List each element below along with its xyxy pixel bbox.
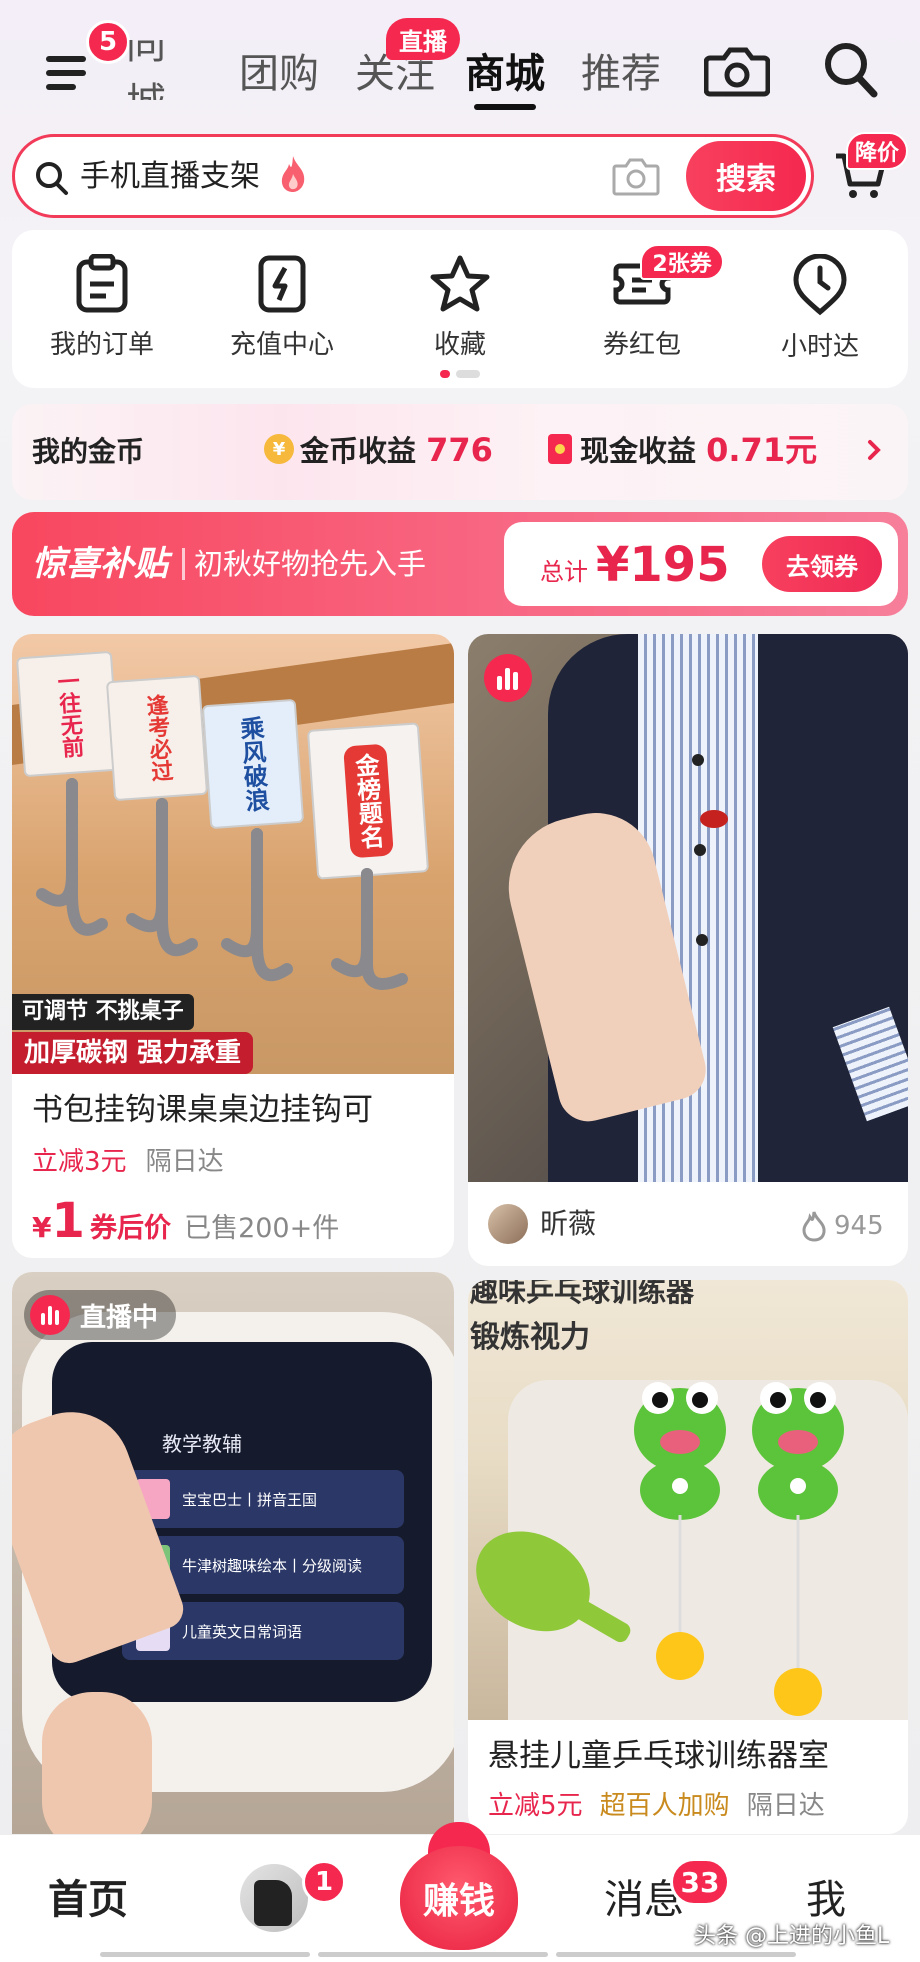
coupon-count-badge: 2张券 [640,244,724,280]
subsidy-title: 惊喜补贴 [32,544,168,584]
live-tag: 直播中 [24,1290,177,1340]
quick-my-orders[interactable]: 我的订单 [22,254,182,364]
clipboard-icon [76,254,128,313]
product-title: 书包挂钩课桌桌边挂钩可 [32,1092,373,1128]
quick-label: 我的订单 [49,330,154,360]
claim-coupon-button[interactable]: 去领券 [762,536,882,592]
price-symbol: ¥ [32,1211,52,1244]
total-value: ¥195 [596,537,730,593]
tab-label: 同城 [126,40,166,100]
live-badge: 直播 [386,18,460,60]
camera-icon[interactable] [703,40,771,100]
hook-label: 一往无前 [52,669,85,759]
quick-hourly-delivery[interactable]: 小时达 [740,254,900,364]
page-dot [456,370,480,378]
my-coins-title: 我的金币 [32,435,145,468]
screen-item: 宝宝巴士丨拼音王国 [122,1470,404,1528]
product-title: 悬挂儿童乒乓球训练器室 [488,1738,829,1774]
search-input[interactable]: 手机直播支架 [80,150,260,204]
home-indicator [100,1952,820,1958]
video-thumbnail-shirt [468,634,908,1182]
live-tag-label: 直播中 [80,1302,159,1333]
watermark: 头条 @上进的小鱼L [694,1924,890,1949]
product-image-pingpong: 趣味乒乓球训练器 锻炼视力 [468,1280,908,1720]
discount-tag: 立减3元 [32,1147,127,1177]
cash-income-label: 现金收益 [580,434,697,468]
tab-label: 团购 [239,51,319,97]
product-price-row: ¥1 券后价 已售200+件 [32,1192,339,1250]
tab-tuangou[interactable]: 团购 [224,40,334,100]
tab-tuijian[interactable]: 推荐 [566,40,676,100]
quick-label: 券红包 [602,330,681,360]
product-tags: 立减3元 隔日达 [32,1142,224,1182]
search-icon [32,158,72,198]
sold-count: 已售200+件 [184,1213,340,1244]
product-image-hooks: 一往无前 逢考必过 乘风破浪 金榜题名 可调节 不挑桌子 加厚碳钢 强力承重 [12,634,454,1074]
search-button[interactable]: 搜索 [686,141,806,211]
quick-recharge[interactable]: 充值中心 [202,254,362,364]
live-thumbnail-learning-device: 教学教辅 宝宝巴士丨拼音王国 牛津树趣味绘本丨分级阅读 儿童英文日常词语 直播中 [12,1272,454,1834]
subsidy-subtitle: 初秋好物抢先入手 [194,547,427,581]
total-label: 总计 [540,558,588,586]
tab-shangcheng[interactable]: 商城 [450,40,560,100]
active-tab-indicator [474,104,536,110]
cash-income[interactable]: 现金收益 0.71元 [580,426,817,474]
price-note: 券后价 [89,1213,171,1244]
clock-pin-icon [793,254,847,316]
image-search-camera-icon[interactable] [612,154,660,198]
quick-label: 充值中心 [229,330,334,360]
fire-icon [278,154,308,194]
star-icon [430,255,490,312]
phone-charge-icon [258,255,306,313]
cash-income-value: 0.71元 [706,431,818,469]
price-drop-badge: 降价 [846,132,908,170]
menu-badge: 5 [86,20,130,64]
tab-tongcheng[interactable]: 同城 [126,40,196,100]
frog-trainers [476,1382,844,1716]
screen-item-label: 宝宝巴士丨拼音王国 [182,1490,318,1509]
product-tags: 立减5元 超百人加购 隔日达 [488,1786,825,1826]
discount-tag: 立减5元 [488,1791,583,1821]
avatar[interactable] [488,1204,528,1244]
image-tag: 加厚碳钢 强力承重 [12,1032,254,1074]
tab-label: 推荐 [581,51,661,97]
tab-home[interactable]: 首页 [48,1872,128,1928]
coin-income-value: 776 [426,431,493,469]
screen-item-label: 牛津树趣味绘本丨分级阅读 [182,1556,363,1575]
messages-badge: 33 [670,1858,730,1906]
delivery-tag: 隔日达 [746,1791,825,1821]
image-tag: 可调节 不挑桌子 [12,994,194,1030]
quick-favorites[interactable]: 收藏 [380,254,540,364]
coin-income-label: 金币收益 [300,434,417,468]
coin-income[interactable]: 金币收益 776 [300,426,493,474]
screen-item-label: 儿童英文日常词语 [182,1622,303,1641]
screen-title: 教学教辅 [162,1432,242,1456]
coin-icon: ¥ [264,434,294,464]
delivery-tag: 隔日达 [145,1147,224,1177]
flame-icon [800,1210,828,1242]
live-indicator-icon [484,654,532,702]
quick-label: 收藏 [433,330,486,360]
red-envelope-icon [548,434,572,464]
quick-label: 小时达 [780,332,859,362]
image-text: 趣味乒乓球训练器 [470,1280,695,1308]
divider [182,548,185,580]
earn-money-button[interactable]: 赚钱 [400,1846,518,1950]
live-indicator-icon [30,1295,70,1335]
tab-label: 商城 [465,51,545,97]
search-icon[interactable] [820,38,880,102]
popularity-tag: 超百人加购 [599,1791,730,1821]
page-dot-active [440,370,450,378]
chevron-right-icon[interactable] [862,434,886,466]
metal-hooks [36,778,408,990]
like-count: 945 [834,1211,884,1241]
friend-avatar[interactable] [240,1864,308,1932]
price-value: 1 [51,1193,85,1249]
author-name[interactable]: 昕薇 [540,1202,596,1246]
friend-badge: 1 [302,1860,346,1904]
